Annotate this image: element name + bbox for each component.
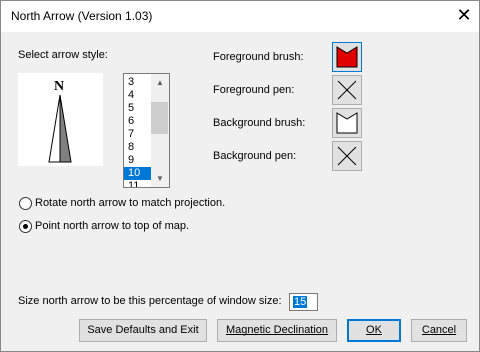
- list-item[interactable]: 11: [124, 180, 154, 187]
- point-north-label[interactable]: Point north arrow to top of map.: [35, 220, 189, 232]
- list-item-selected[interactable]: 10: [124, 167, 154, 180]
- ok-button[interactable]: OK: [347, 319, 401, 342]
- list-item[interactable]: 6: [124, 115, 154, 128]
- magnetic-declination-label: Magnetic Declination: [225, 324, 329, 336]
- size-percentage-input[interactable]: 15: [289, 293, 318, 311]
- save-defaults-button[interactable]: Save Defaults and Exit: [79, 319, 207, 342]
- arrow-style-list[interactable]: 3 4 5 6 7 8 9 10 11 ▲ ▼: [123, 73, 170, 188]
- save-defaults-label: Save Defaults and Exit: [87, 324, 199, 336]
- no-pen-icon: [337, 80, 357, 100]
- north-arrow-dialog: North Arrow (Version 1.03) ✕ Select arro…: [0, 0, 480, 352]
- point-north-radio[interactable]: [19, 220, 32, 233]
- list-item[interactable]: 8: [124, 141, 154, 154]
- north-arrow-icon: [48, 94, 72, 163]
- size-percentage-label: Size north arrow to be this percentage o…: [18, 295, 282, 307]
- background-brush-button[interactable]: [332, 108, 362, 138]
- list-item[interactable]: 5: [124, 102, 154, 115]
- foreground-pen-button[interactable]: [332, 75, 362, 105]
- foreground-pen-label: Foreground pen:: [213, 84, 295, 96]
- list-item[interactable]: 7: [124, 128, 154, 141]
- foreground-brush-button[interactable]: [332, 42, 362, 72]
- background-pen-label: Background pen:: [213, 150, 297, 162]
- size-value: 15: [293, 296, 308, 308]
- arrow-preview: N: [18, 73, 103, 166]
- list-item[interactable]: 9: [124, 154, 154, 167]
- no-pen-icon: [337, 146, 357, 166]
- rotate-north-radio[interactable]: [19, 197, 32, 210]
- scroll-down-icon[interactable]: ▼: [151, 170, 169, 187]
- cancel-label: Cancel: [421, 324, 457, 336]
- white-brush-icon: [336, 112, 358, 134]
- cancel-button[interactable]: Cancel: [411, 319, 467, 342]
- foreground-brush-label: Foreground brush:: [213, 51, 304, 63]
- list-item[interactable]: 3: [124, 76, 154, 89]
- scroll-up-icon[interactable]: ▲: [151, 74, 169, 91]
- list-item[interactable]: 4: [124, 89, 154, 102]
- close-icon[interactable]: ✕: [453, 5, 475, 27]
- window-title: North Arrow (Version 1.03): [11, 9, 153, 23]
- radio-selected-dot: [23, 224, 28, 229]
- magnetic-declination-button[interactable]: Magnetic Declination: [217, 319, 337, 342]
- background-pen-button[interactable]: [332, 141, 362, 171]
- select-arrow-style-label: Select arrow style:: [18, 49, 108, 61]
- ok-label: OK: [366, 324, 382, 336]
- rotate-north-label[interactable]: Rotate north arrow to match projection.: [35, 197, 225, 209]
- background-brush-label: Background brush:: [213, 117, 306, 129]
- title-bar: North Arrow (Version 1.03) ✕: [1, 1, 479, 32]
- scroll-thumb[interactable]: [151, 102, 168, 134]
- red-brush-icon: [336, 46, 358, 68]
